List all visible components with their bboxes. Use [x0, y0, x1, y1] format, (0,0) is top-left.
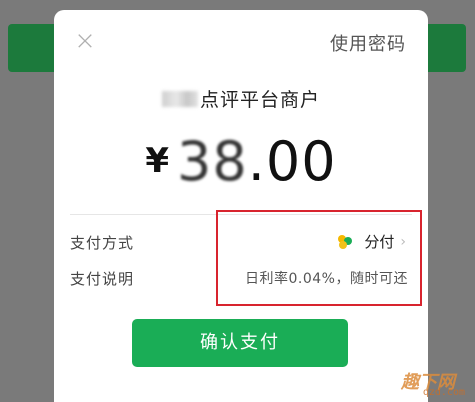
payment-amount: ¥38.00 [54, 130, 428, 193]
payment-note-label: 支付说明 [70, 270, 135, 288]
currency-symbol: ¥ [145, 141, 170, 181]
amount-integer: 38 [177, 130, 248, 193]
merchant-name: 点评平台商户 [54, 85, 428, 112]
amount-decimal: .00 [247, 130, 337, 193]
payment-dialog: × 使用密码 点评平台商户 ¥38.00 支付方式 支付说明 分付 › 日利率0… [54, 10, 428, 402]
payment-method-label: 支付方式 [70, 234, 135, 252]
watermark-sub: qzd.com [422, 387, 465, 398]
use-password-link[interactable]: 使用密码 [330, 30, 406, 56]
blurred-merchant-prefix [161, 91, 198, 107]
watermark: 趣下网 qzd.com [399, 368, 469, 398]
confirm-payment-button[interactable]: 确认支付 [132, 319, 348, 367]
close-icon[interactable]: × [74, 28, 96, 54]
merchant-suffix: 点评平台商户 [199, 89, 320, 111]
highlight-box [216, 210, 422, 306]
